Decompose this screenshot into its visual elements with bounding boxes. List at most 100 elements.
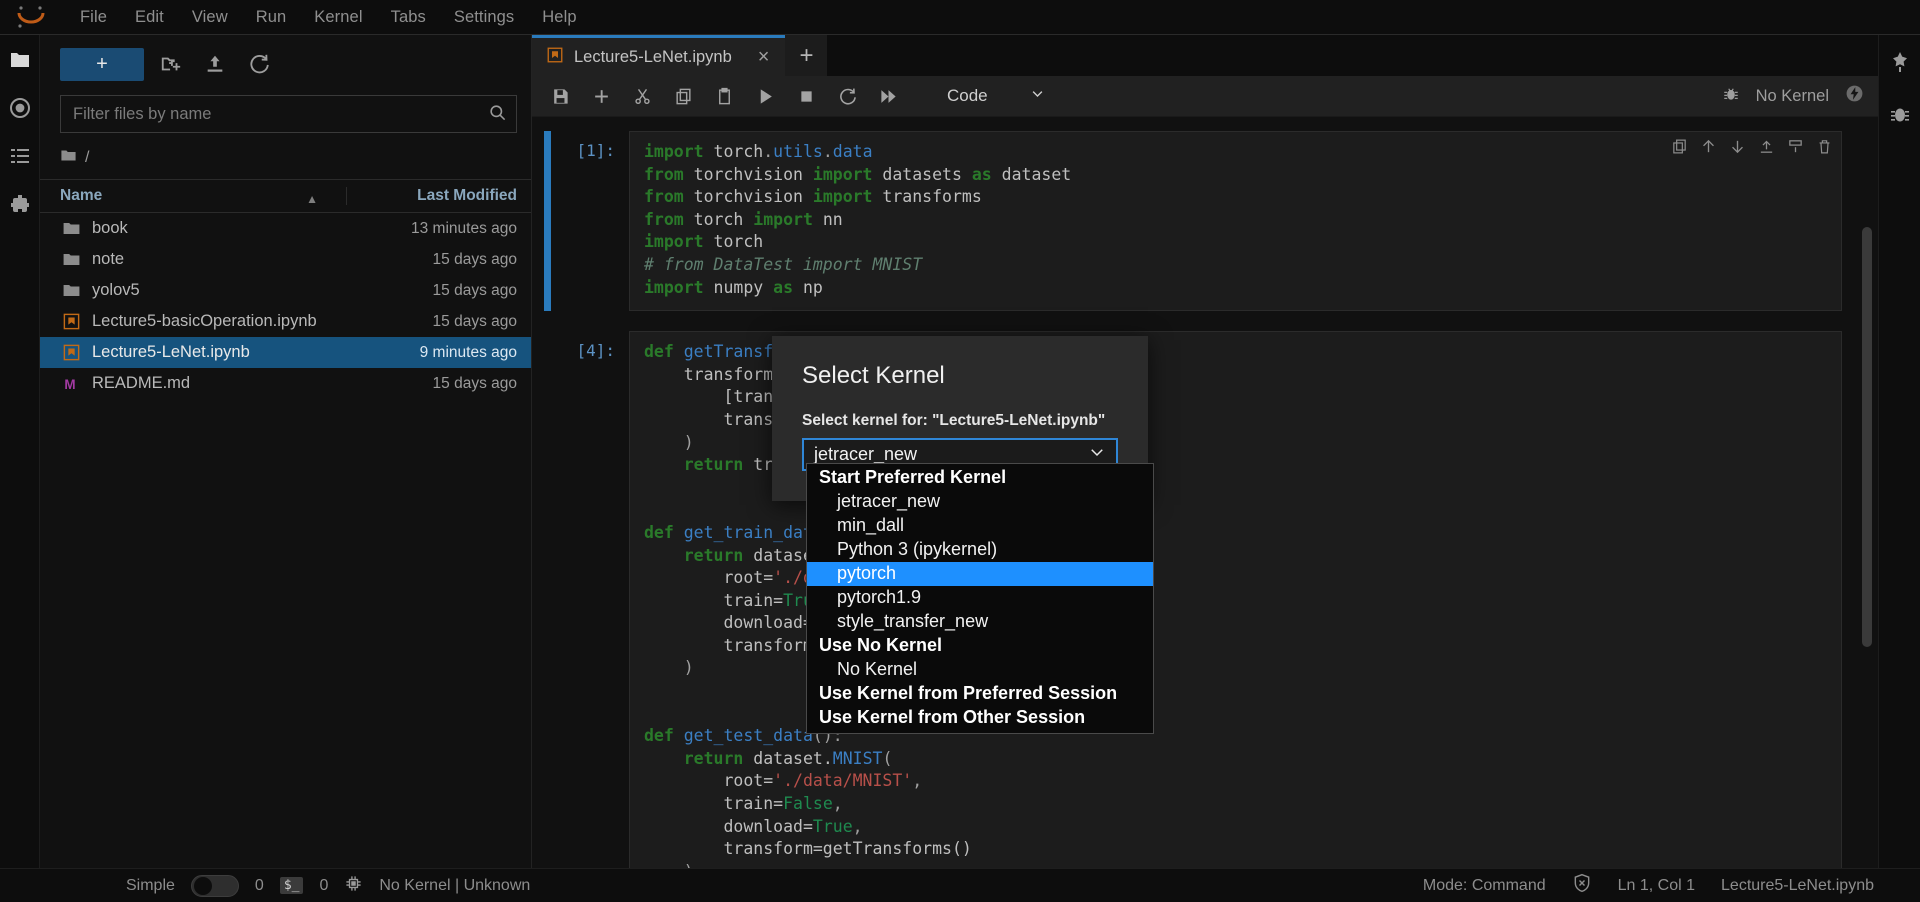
delete-icon[interactable] — [1816, 138, 1833, 160]
file-name-label: book — [92, 219, 128, 238]
file-list-item[interactable]: MREADME.md15 days ago — [40, 368, 531, 399]
close-icon[interactable]: × — [758, 47, 770, 67]
new-folder-icon[interactable] — [154, 49, 188, 79]
restart-run-all-icon[interactable] — [870, 80, 907, 113]
dropdown-option[interactable]: min_dall — [807, 514, 1153, 538]
file-browser-icon[interactable] — [7, 47, 33, 73]
notebook-cell[interactable]: [4]:def getTransforms(): transform = tra… — [532, 331, 1878, 868]
notebook-cell[interactable]: [1]:import torch.utils.data from torchvi… — [532, 131, 1878, 311]
new-launcher-button[interactable]: + — [60, 48, 144, 81]
file-name-label: README.md — [92, 374, 190, 393]
table-of-contents-icon[interactable] — [7, 143, 33, 169]
menu-settings[interactable]: Settings — [440, 4, 528, 31]
status-right-group: Mode: Command Ln 1, Col 1 Lecture5-LeNet… — [1423, 873, 1904, 898]
insert-below-icon[interactable] — [1787, 138, 1804, 160]
run-icon[interactable] — [747, 80, 784, 113]
cell-type-value: Code — [947, 86, 988, 106]
move-down-icon[interactable] — [1729, 138, 1746, 160]
duplicate-icon[interactable] — [1671, 138, 1688, 160]
menu-run[interactable]: Run — [242, 4, 301, 31]
dropdown-option[interactable]: jetracer_new — [807, 490, 1153, 514]
search-input[interactable] — [60, 95, 517, 133]
dropdown-group-header: Start Preferred Kernel — [807, 466, 1153, 490]
notebook-icon — [62, 343, 81, 362]
file-name-cell: M README.md — [40, 374, 346, 393]
folder-icon — [62, 281, 81, 300]
kernel-count: 0 — [255, 877, 264, 895]
folder-icon — [60, 147, 77, 169]
notebook-scrollbar[interactable] — [1862, 227, 1872, 867]
insert-cell-icon[interactable] — [583, 80, 620, 113]
notebook-icon — [546, 46, 564, 69]
upload-icon[interactable] — [198, 49, 232, 79]
dropdown-option[interactable]: style_transfer_new — [807, 610, 1153, 634]
dropdown-option[interactable]: Python 3 (ipykernel) — [807, 538, 1153, 562]
insert-above-icon[interactable] — [1758, 138, 1775, 160]
cell-editor[interactable]: import torch.utils.data from torchvision… — [629, 131, 1842, 311]
column-header-name-label: Name — [60, 187, 102, 205]
kernel-name-label[interactable]: No Kernel — [1756, 87, 1829, 106]
file-list: book13 minutes agonote15 days agoyolov51… — [40, 213, 531, 868]
file-list-item[interactable]: book13 minutes ago — [40, 213, 531, 244]
dropdown-option[interactable]: pytorch — [807, 562, 1153, 586]
dropdown-group-header: Use No Kernel — [807, 634, 1153, 658]
kernel-select-value: jetracer_new — [814, 444, 917, 465]
jupyter-logo-icon — [14, 4, 48, 30]
status-bar: Simple 0 $_ 0 No Kernel | Unknown Mode: … — [0, 868, 1920, 902]
save-icon[interactable] — [542, 80, 579, 113]
file-name-cell: Lecture5-basicOperation.ipynb — [40, 312, 346, 331]
dropdown-option[interactable]: pytorch1.9 — [807, 586, 1153, 610]
new-tab-button[interactable]: + — [785, 35, 827, 76]
menu-tabs[interactable]: Tabs — [377, 4, 440, 31]
column-header-modified[interactable]: Last Modified — [346, 187, 531, 205]
menu-file[interactable]: File — [66, 4, 121, 31]
tab-lecture5-lenet[interactable]: Lecture5-LeNet.ipynb × — [532, 35, 785, 76]
debugger-icon[interactable] — [1887, 101, 1913, 127]
breadcrumb[interactable]: / — [40, 143, 531, 179]
breadcrumb-root[interactable]: / — [85, 149, 89, 167]
move-up-icon[interactable] — [1700, 138, 1717, 160]
notebook-icon — [62, 312, 81, 331]
running-terminals-icon[interactable] — [7, 95, 33, 121]
scrollbar-thumb[interactable] — [1862, 227, 1872, 647]
editor-mode-label: Mode: Command — [1423, 877, 1546, 895]
toggle-knob — [194, 877, 212, 895]
file-modified-cell: 15 days ago — [346, 282, 531, 300]
file-list-item[interactable]: yolov515 days ago — [40, 275, 531, 306]
tab-bar: Lecture5-LeNet.ipynb × + — [532, 35, 1878, 76]
menu-edit[interactable]: Edit — [121, 4, 178, 31]
file-name-label: note — [92, 250, 124, 269]
dropdown-option[interactable]: No Kernel — [807, 658, 1153, 682]
kernel-idle-icon — [1845, 84, 1864, 108]
file-name-cell: yolov5 — [40, 281, 346, 300]
file-list-item[interactable]: Lecture5-basicOperation.ipynb15 days ago — [40, 306, 531, 337]
file-list-item[interactable]: note 15 days ago — [40, 244, 531, 275]
copy-icon[interactable] — [665, 80, 702, 113]
kernel-info-label[interactable]: No Kernel | Unknown — [379, 877, 530, 895]
file-modified-cell: 15 days ago — [346, 251, 531, 269]
bug-icon[interactable] — [1722, 85, 1740, 108]
tab-label: Lecture5-LeNet.ipynb — [574, 48, 732, 67]
menu-view[interactable]: View — [178, 4, 242, 31]
no-connection-icon[interactable] — [1572, 873, 1592, 898]
notebook-scroll-area[interactable]: [1]:import torch.utils.data from torchvi… — [532, 117, 1878, 868]
file-list-item[interactable]: Lecture5-LeNet.ipynb9 minutes ago — [40, 337, 531, 368]
restart-icon[interactable] — [829, 80, 866, 113]
cell-type-select[interactable]: Code — [931, 81, 1055, 111]
paste-icon[interactable] — [706, 80, 743, 113]
kernel-dropdown-list[interactable]: Start Preferred Kerneljetracer_newmin_da… — [806, 463, 1154, 734]
cell-selection-bar — [544, 331, 551, 868]
simple-mode-toggle[interactable] — [191, 875, 239, 897]
extension-manager-icon[interactable] — [7, 191, 33, 217]
cell-prompt: [4]: — [567, 331, 629, 868]
property-inspector-icon[interactable] — [1887, 49, 1913, 75]
menu-kernel[interactable]: Kernel — [300, 4, 376, 31]
column-header-name[interactable]: Name ▲ — [40, 187, 346, 205]
stop-icon[interactable] — [788, 80, 825, 113]
menu-help[interactable]: Help — [528, 4, 590, 31]
refresh-icon[interactable] — [242, 49, 276, 79]
cell-selection-bar — [544, 131, 551, 311]
cell-source: import torch.utils.data from torchvision… — [644, 141, 1829, 299]
cut-icon[interactable] — [624, 80, 661, 113]
markdown-icon: M — [62, 374, 81, 393]
